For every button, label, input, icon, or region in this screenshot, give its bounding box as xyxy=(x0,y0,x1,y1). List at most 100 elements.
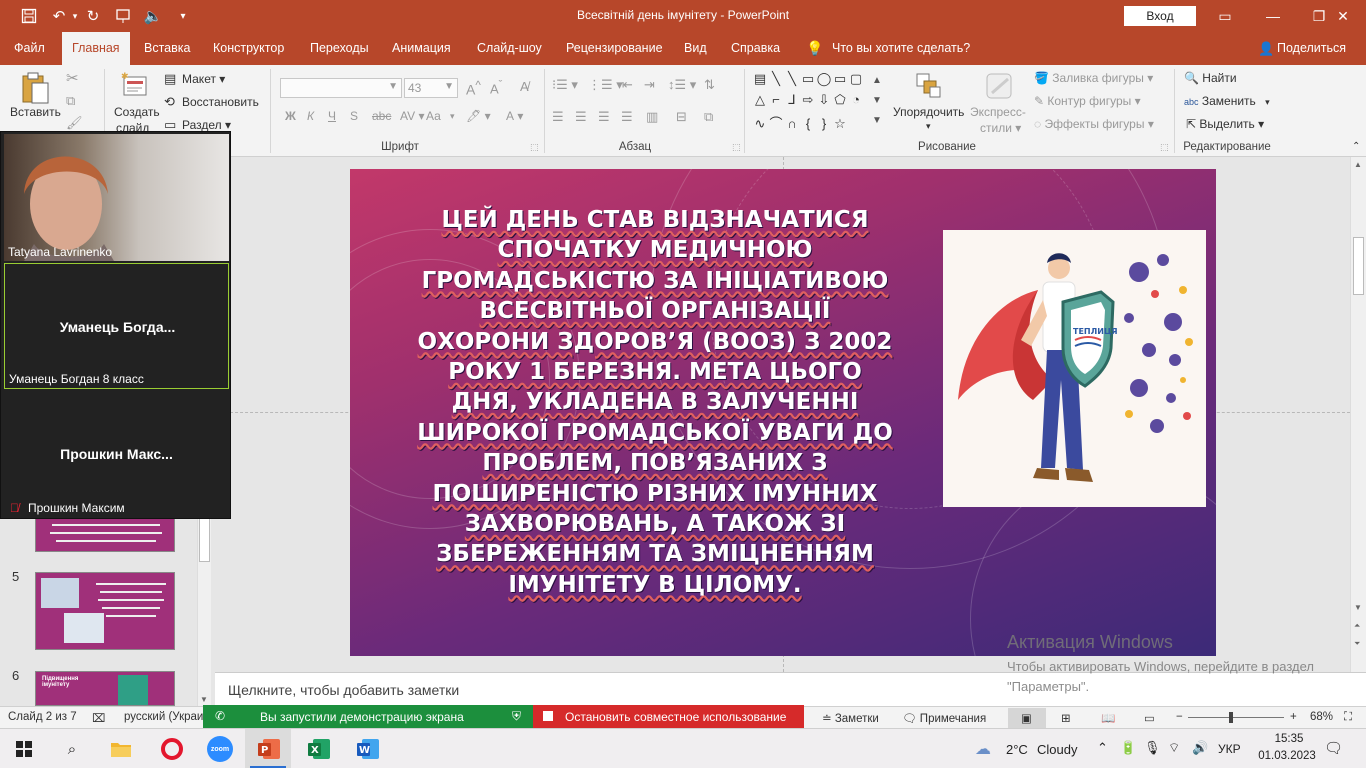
reset-icon[interactable]: ⟲ xyxy=(164,94,175,110)
video-tile-3[interactable]: Прошкин Макс... 🎙̸ Прошкин Максим xyxy=(4,391,229,517)
speaker-icon[interactable]: 🔈 xyxy=(142,6,164,26)
shapes-gallery-row-1[interactable]: ▤ ╲ ╲ ▭ ◯ ▭ ▢ xyxy=(752,71,864,87)
bold-button[interactable]: Ж xyxy=(285,109,296,123)
input-language[interactable]: УКР xyxy=(1218,742,1241,756)
arrange-button[interactable]: Упорядочить xyxy=(893,105,964,119)
share-button[interactable]: Поделиться xyxy=(1277,32,1346,65)
reset-button[interactable]: Восстановить xyxy=(182,95,259,109)
slide-thumbnail-5[interactable] xyxy=(35,572,175,650)
new-slide-icon[interactable]: ✱ xyxy=(120,71,150,104)
search-icon[interactable]: ⌕ xyxy=(58,735,86,763)
tab-animations[interactable]: Анимация xyxy=(392,32,451,65)
shapes-gallery-scroll-icon[interactable]: ▲ ▼ ▼ xyxy=(872,71,882,131)
line-spacing-icon[interactable]: ↕☰ ▾ xyxy=(668,77,696,93)
tab-home[interactable]: Главная xyxy=(62,32,130,65)
align-right-icon[interactable]: ☰ xyxy=(598,109,610,125)
tab-insert[interactable]: Вставка xyxy=(144,32,190,65)
quick-styles-label-2[interactable]: стили ▾ xyxy=(980,121,1021,135)
word-icon[interactable]: W xyxy=(354,735,382,763)
windows-start-icon[interactable] xyxy=(10,735,38,763)
font-color-button[interactable]: А ▾ xyxy=(506,109,523,123)
comments-button[interactable]: 🗨 Примечания xyxy=(902,711,986,725)
cut-icon[interactable]: ✂ xyxy=(66,69,79,87)
notes-button[interactable]: ≐ Заметки xyxy=(822,711,879,725)
new-slide-label[interactable]: Создать xyxy=(114,105,160,119)
view-slideshow-icon[interactable]: ▭ xyxy=(1144,711,1155,725)
shrink-font-icon[interactable]: Aˇ xyxy=(490,79,502,96)
numbering-icon[interactable]: ⋮☰ ▾ xyxy=(588,77,623,93)
ribbon-display-icon[interactable]: ▭ xyxy=(1202,4,1248,28)
current-slide[interactable]: ЦЕЙ ДЕНЬ СТАВ ВІДЗНАЧАТИСЯ СПОЧАТКУ МЕДИ… xyxy=(350,169,1216,656)
zoom-video-panel[interactable]: Tatyana Lavrinenko Уманець Богда... Уман… xyxy=(0,131,231,519)
present-icon[interactable] xyxy=(112,6,134,26)
format-painter-icon[interactable]: 🖌 xyxy=(66,115,83,131)
increase-indent-icon[interactable]: ⇥ xyxy=(644,77,655,93)
spellcheck-icon[interactable]: ⌧ xyxy=(92,711,105,725)
scrollbar-thumb[interactable] xyxy=(1353,237,1364,295)
zoom-app-icon[interactable]: zoom xyxy=(206,735,234,763)
tab-transitions[interactable]: Переходы xyxy=(310,32,369,65)
slide-body-text[interactable]: ЦЕЙ ДЕНЬ СТАВ ВІДЗНАЧАТИСЯ СПОЧАТКУ МЕДИ… xyxy=(400,205,910,600)
shapes-gallery-row-2[interactable]: △ ⌐ ⅃ ⇨ ⇩ ⬠ ◔ xyxy=(752,92,864,108)
tab-file[interactable]: Файл xyxy=(14,32,45,65)
tab-review[interactable]: Рецензирование xyxy=(566,32,663,65)
notification-icon[interactable]: 🗨 xyxy=(1324,739,1343,757)
zoom-level[interactable]: 68% xyxy=(1310,711,1333,723)
close-button[interactable]: ✕ xyxy=(1320,4,1366,28)
opera-icon[interactable] xyxy=(158,735,186,763)
shapes-gallery-row-3[interactable]: ∿ ⌒ ∩{} ☆ xyxy=(752,113,848,132)
tab-help[interactable]: Справка xyxy=(731,32,780,65)
chevron-up-icon[interactable]: ⌃ xyxy=(1097,740,1108,756)
shadow-button[interactable]: S xyxy=(350,109,358,123)
shape-outline-button[interactable]: ✎ Контур фигуры ▾ xyxy=(1034,94,1141,108)
text-direction-icon[interactable]: ⇅ xyxy=(704,77,715,93)
clock-date[interactable]: 01.03.2023 xyxy=(1252,750,1322,762)
file-explorer-icon[interactable] xyxy=(107,735,135,763)
smartart-icon[interactable]: ⧉ xyxy=(704,109,713,125)
undo-dropdown-icon[interactable]: ▾ xyxy=(70,6,80,26)
previous-slide-icon[interactable]: ⏶ xyxy=(1354,621,1360,631)
signin-button[interactable]: Вход xyxy=(1124,6,1196,26)
dialog-launcher-icon[interactable]: ⬚ xyxy=(530,142,539,153)
collapse-ribbon-icon[interactable]: ⌃ xyxy=(1352,141,1360,152)
tab-slideshow[interactable]: Слайд-шоу xyxy=(477,32,542,65)
underline-button[interactable]: Ч xyxy=(328,109,336,123)
tab-view[interactable]: Вид xyxy=(684,32,707,65)
customize-qat-icon[interactable]: ▾ xyxy=(176,6,190,26)
dialog-launcher-icon[interactable]: ⬚ xyxy=(1160,142,1169,153)
chevron-down-icon[interactable]: ▾ xyxy=(926,121,931,132)
tab-design[interactable]: Конструктор xyxy=(213,32,284,65)
next-slide-icon[interactable]: ⏷ xyxy=(1354,639,1360,649)
bullets-icon[interactable]: ⁝☰ ▾ xyxy=(552,77,578,93)
video-tile-2-active-speaker[interactable]: Уманець Богда... Уманець Богдан 8 класс xyxy=(4,263,229,389)
char-spacing-icon[interactable]: AV ▾ xyxy=(400,109,424,123)
align-left-icon[interactable]: ☰ xyxy=(552,109,564,125)
replace-button[interactable]: abc Заменить ▾ xyxy=(1184,94,1270,108)
video-tile-1[interactable]: Tatyana Lavrinenko xyxy=(4,134,229,261)
arrange-icon[interactable] xyxy=(914,71,942,104)
tell-me-input[interactable]: Что вы хотите сделать? xyxy=(832,32,970,65)
copy-icon[interactable]: ⧉ xyxy=(66,93,75,109)
columns-icon[interactable]: ▥ xyxy=(646,109,658,125)
shape-fill-button[interactable]: 🪣 Заливка фигуры ▾ xyxy=(1034,71,1153,85)
save-icon[interactable] xyxy=(18,6,40,26)
language-indicator[interactable]: русский (Украи xyxy=(124,711,203,723)
microphone-icon[interactable]: 🎙 xyxy=(1144,740,1161,756)
clear-format-icon[interactable]: A̸ xyxy=(520,79,529,94)
powerpoint-icon[interactable]: P xyxy=(255,735,283,763)
align-center-icon[interactable]: ☰ xyxy=(575,109,587,125)
font-name-combo[interactable]: ▼ xyxy=(280,78,402,98)
align-text-icon[interactable]: ⊟ xyxy=(676,109,687,125)
find-button[interactable]: 🔍 Найти xyxy=(1184,71,1237,85)
layout-button[interactable]: Макет ▾ xyxy=(182,72,225,86)
dialog-launcher-icon[interactable]: ⬚ xyxy=(732,142,741,153)
weather-desc[interactable]: Cloudy xyxy=(1037,742,1077,757)
quick-styles-icon[interactable] xyxy=(984,71,1016,104)
zoom-out-icon[interactable]: − xyxy=(1176,711,1183,723)
quick-styles-label[interactable]: Экспресс- xyxy=(970,105,1026,119)
volume-icon[interactable]: 🔊 xyxy=(1192,740,1208,756)
zoom-slider-thumb[interactable] xyxy=(1229,712,1233,723)
weather-temp[interactable]: 2°C xyxy=(1006,742,1028,757)
wifi-icon[interactable]: ⌔ xyxy=(1168,740,1180,756)
zoom-in-icon[interactable]: + xyxy=(1290,711,1297,723)
